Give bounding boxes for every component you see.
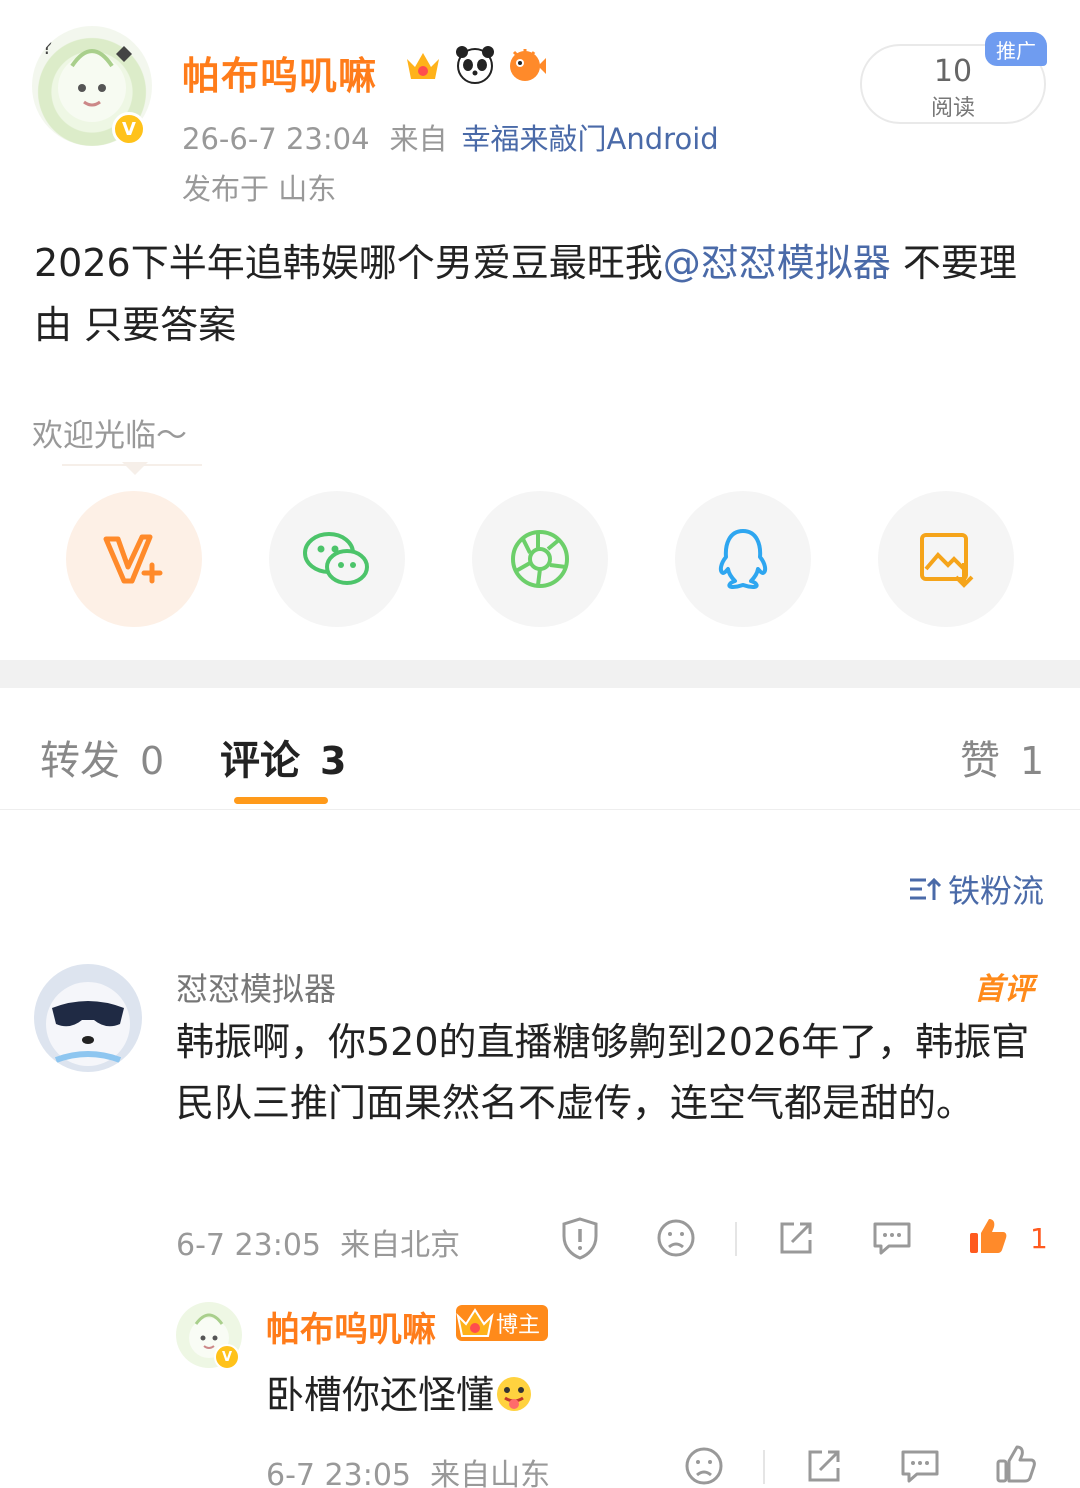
- promote-badge[interactable]: 推广: [985, 32, 1047, 66]
- reply-button[interactable]: [870, 1216, 914, 1260]
- tab-comments-count: 3: [320, 739, 347, 783]
- reply-comment-button[interactable]: [898, 1444, 942, 1488]
- vplus-icon: [103, 534, 163, 584]
- first-comment-badge: 首评: [974, 972, 1034, 1007]
- forward-button[interactable]: [774, 1216, 818, 1260]
- tab-comments[interactable]: 评论 3: [220, 728, 346, 786]
- post-author-name[interactable]: 帕布呜叽嘛: [182, 45, 377, 100]
- wechat-icon: [303, 532, 369, 585]
- qq-icon: [718, 529, 768, 589]
- action-separator: [735, 1222, 737, 1256]
- sort-selector[interactable]: 铁粉流: [908, 866, 1044, 912]
- commenter-avatar[interactable]: [34, 964, 142, 1072]
- action-separator: [763, 1450, 765, 1484]
- tab-repost[interactable]: 转发 0: [40, 728, 164, 786]
- comment-location: 来自北京: [340, 1228, 461, 1263]
- thumbs-up-icon: [996, 1445, 1036, 1483]
- svg-text:?: ?: [42, 35, 53, 59]
- share-wechat-button[interactable]: [269, 491, 405, 627]
- reply-location: 来自山东: [430, 1458, 551, 1488]
- welcome-text: 欢迎光临～: [32, 418, 187, 454]
- dislike-button[interactable]: [654, 1216, 698, 1260]
- reply-verified-badge-icon: V: [214, 1344, 240, 1370]
- reply-like-button[interactable]: [994, 1442, 1038, 1486]
- sad-face-icon: [685, 1447, 723, 1485]
- welcome-pointer: [122, 462, 148, 475]
- reply-text-content: 卧槽你还怪懂: [266, 1373, 495, 1417]
- comment-like-count: 1: [1030, 1222, 1048, 1255]
- commenter-name[interactable]: 怼怼模拟器: [176, 964, 336, 1010]
- post-text: 2026下半年追韩娱哪个男爱豆最旺我@怼怼模拟器 不要理由 只要答案: [34, 232, 1044, 356]
- sort-label: 铁粉流: [947, 872, 1044, 910]
- sad-face-icon: [657, 1219, 695, 1257]
- comment-bubble-icon: [901, 1450, 939, 1483]
- like-button[interactable]: [966, 1214, 1010, 1258]
- post-tabs: 转发 0 评论 3 赞1: [0, 688, 1080, 810]
- reply-meta: 6-7 23:05 来自山东: [266, 1450, 550, 1488]
- share-arrow-icon: [780, 1222, 812, 1254]
- share-vplus-button[interactable]: [66, 491, 202, 627]
- share-row: [66, 491, 1016, 627]
- author-badges: [402, 44, 548, 86]
- blogger-badge-label: 博主: [495, 1313, 540, 1338]
- from-label: 来自: [389, 122, 448, 156]
- shield-warning-icon: [562, 1217, 598, 1260]
- crown-badge-icon[interactable]: [402, 44, 444, 86]
- share-moments-button[interactable]: [472, 491, 608, 627]
- section-divider: [0, 660, 1080, 688]
- mention-link[interactable]: @怼怼模拟器: [663, 241, 891, 285]
- tab-comments-label: 评论: [220, 738, 300, 784]
- report-button[interactable]: [558, 1216, 602, 1260]
- panda-sunglasses-avatar-icon: [46, 982, 130, 1066]
- reply-author-name[interactable]: 帕布呜叽嘛: [266, 1302, 436, 1351]
- tab-likes[interactable]: 赞1: [960, 728, 1044, 786]
- comment-meta: 6-7 23:05 来自北京: [176, 1220, 460, 1264]
- moments-icon: [511, 530, 569, 588]
- reads-label: 阅读: [930, 96, 975, 121]
- tab-likes-label: 赞: [960, 738, 1000, 784]
- reply-text: 卧槽你还怪懂: [266, 1364, 534, 1419]
- active-tab-indicator: [234, 797, 328, 804]
- sort-icon: [909, 877, 942, 900]
- pufferfish-badge-icon[interactable]: [506, 44, 548, 86]
- reply-forward-button[interactable]: [802, 1444, 846, 1488]
- post-timestamp: 26-6-7 23:04: [182, 122, 370, 156]
- share-qq-button[interactable]: [675, 491, 811, 627]
- post-location: 发布于 山东: [182, 172, 337, 206]
- verified-badge-icon: V: [112, 112, 146, 146]
- panda-badge-icon[interactable]: [454, 44, 496, 86]
- thumbs-up-filled-icon: [970, 1219, 1007, 1253]
- crown-badge-icon: [456, 1308, 494, 1337]
- share-arrow-icon: [808, 1450, 840, 1482]
- reply-time: 6-7 23:05: [266, 1458, 411, 1488]
- tongue-face-emoji-icon: [497, 1377, 532, 1411]
- post-text-main: 2026下半年追韩娱哪个男爱豆最旺我: [34, 241, 663, 285]
- tab-repost-label: 转发: [40, 738, 120, 784]
- tab-repost-count: 0: [140, 739, 165, 783]
- comment-time: 6-7 23:05: [176, 1228, 321, 1263]
- post-header: ? V 帕布呜叽嘛 26-6-7 23:04 来自 幸福来敲门Android 发布于…: [0, 0, 1080, 220]
- post-meta: 26-6-7 23:04 来自 幸福来敲门Android: [182, 116, 719, 158]
- reply-dislike-button[interactable]: [682, 1444, 726, 1488]
- post-source-link[interactable]: 幸福来敲门Android: [462, 122, 719, 156]
- tab-likes-count: 1: [1020, 739, 1045, 783]
- share-save-image-button[interactable]: [878, 491, 1014, 627]
- comment-text: 韩振啊，你520的直播糖够齁到2026年了，韩振官民队三推门面果然名不虚传，连空…: [176, 1020, 1030, 1125]
- comment-bubble-icon: [873, 1222, 911, 1255]
- save-image-icon: [920, 533, 974, 588]
